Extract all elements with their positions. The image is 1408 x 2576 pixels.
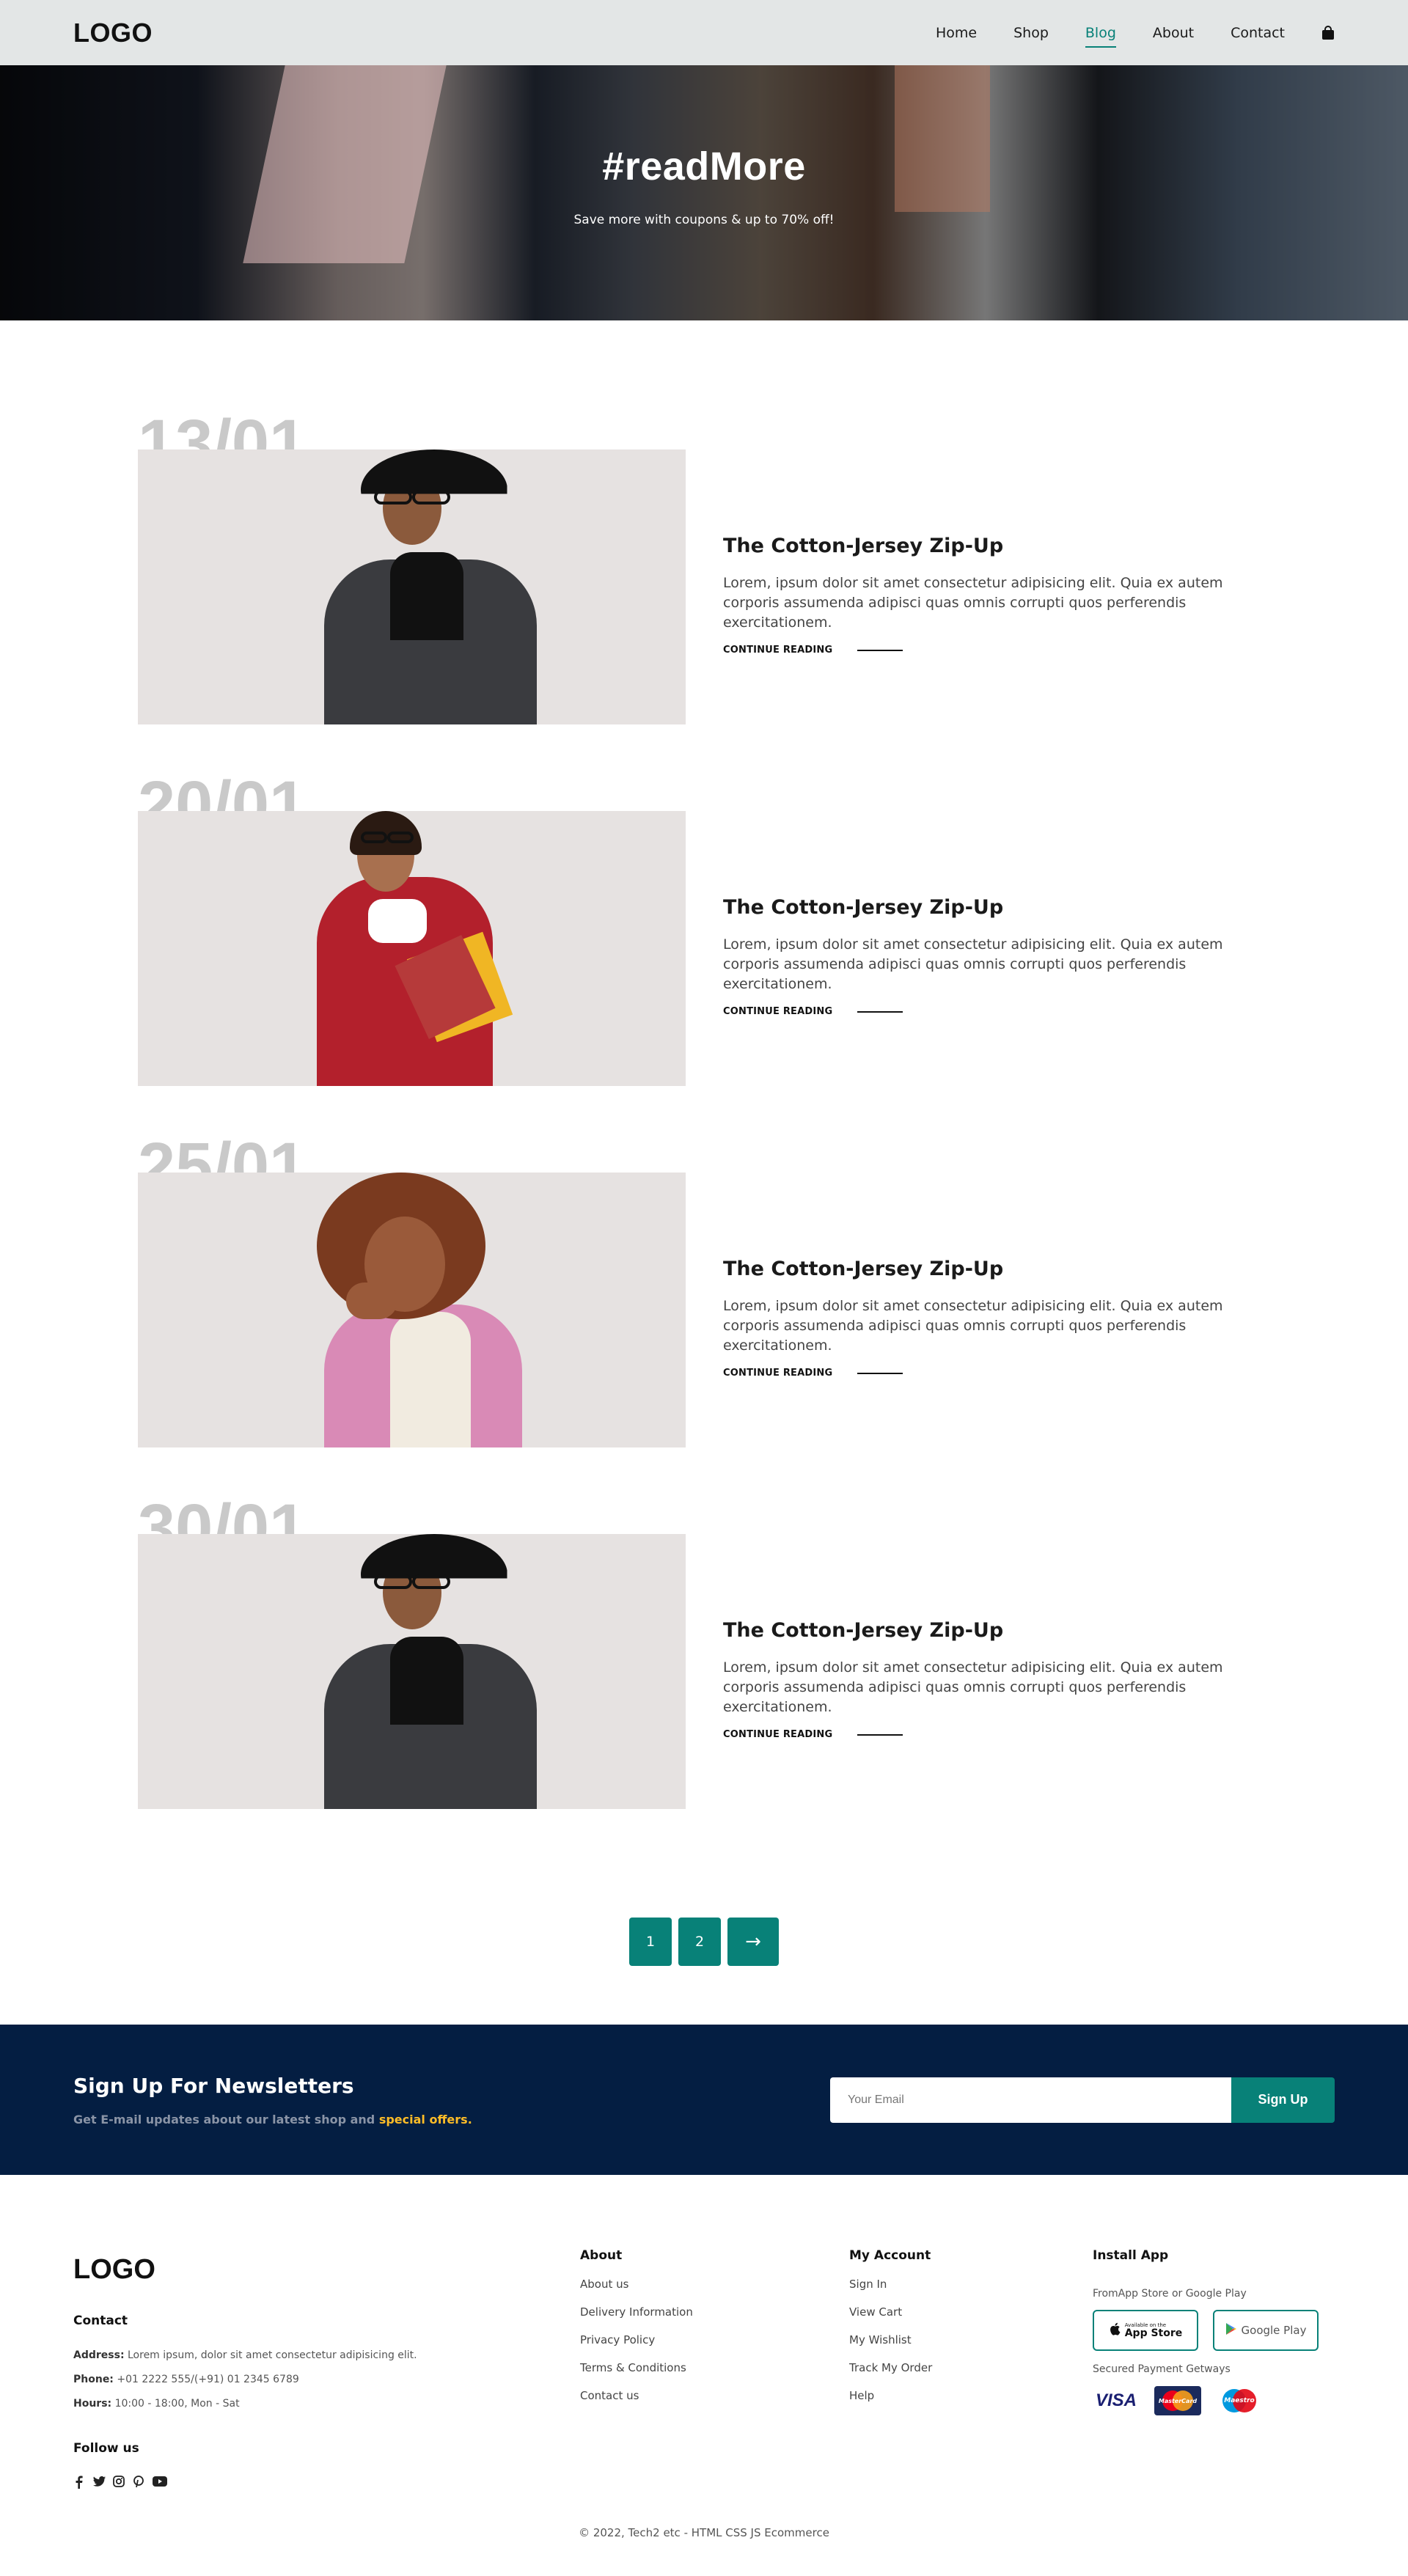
post-date: 13/01 <box>138 410 307 449</box>
app-store-label: App Store <box>1124 2327 1183 2339</box>
app-store-button[interactable]: Available on the App Store <box>1093 2310 1198 2351</box>
apple-icon <box>1109 2322 1121 2338</box>
delivery-information-link[interactable]: Delivery Information <box>580 2305 693 2319</box>
footer-account-column: My Account Sign In View Cart My Wishlist… <box>849 2248 932 2402</box>
post-title[interactable]: The Cotton-Jersey Zip-Up <box>723 896 1280 919</box>
google-play-label: Google Play <box>1241 2324 1307 2337</box>
post-image[interactable] <box>138 1534 686 1809</box>
nav-about[interactable]: About <box>1153 25 1194 41</box>
follow-heading: Follow us <box>73 2441 139 2456</box>
nav-home[interactable]: Home <box>936 25 977 41</box>
continue-reading-link[interactable]: CONTINUE READING <box>723 1006 1280 1017</box>
blog-post: 13/01 The Cotton-Jersey Zip-Up Lorem, ip… <box>138 410 1270 771</box>
post-excerpt: Lorem, ipsum dolor sit amet consectetur … <box>723 575 1223 631</box>
post-title[interactable]: The Cotton-Jersey Zip-Up <box>723 1258 1280 1280</box>
youtube-icon[interactable] <box>153 2476 167 2487</box>
install-subtitle: FromApp Store or Google Play <box>1093 2288 1247 2300</box>
footer-about-column: About About us Delivery Information Priv… <box>580 2248 693 2402</box>
about-us-link[interactable]: About us <box>580 2278 693 2291</box>
post-title[interactable]: The Cotton-Jersey Zip-Up <box>723 535 1280 557</box>
post-image[interactable] <box>138 811 686 1086</box>
nav-contact[interactable]: Contact <box>1231 25 1285 41</box>
hero-title: #readMore <box>602 144 806 188</box>
post-date: 20/01 <box>138 771 307 811</box>
phone-line: Phone: +01 2222 555/(+91) 01 2345 6789 <box>73 2374 299 2385</box>
post-image[interactable] <box>138 1173 686 1447</box>
man-with-hat-figure <box>280 449 544 724</box>
payment-gateways-label: Secured Payment Getways <box>1093 2363 1231 2375</box>
copyright-text: © 2022, Tech2 etc - HTML CSS JS Ecommerc… <box>579 2526 829 2539</box>
payment-methods: VISA MasterCard Maestro <box>1093 2386 1319 2415</box>
nav-shop[interactable]: Shop <box>1013 25 1049 41</box>
email-input[interactable] <box>830 2077 1231 2123</box>
nav-blog[interactable]: Blog <box>1085 25 1116 48</box>
site-header: LOGO Home Shop Blog About Contact <box>0 0 1408 65</box>
blog-post: 25/01 The Cotton-Jersey Zip-Up Lorem, ip… <box>138 1133 1270 1494</box>
twitter-icon[interactable] <box>93 2476 106 2487</box>
post-excerpt: Lorem, ipsum dolor sit amet consectetur … <box>723 1659 1223 1715</box>
social-links <box>73 2476 417 2489</box>
app-store-buttons: Available on the App Store Google Play <box>1093 2310 1319 2351</box>
shopping-bag-icon[interactable] <box>1321 25 1335 40</box>
contact-us-link[interactable]: Contact us <box>580 2389 693 2402</box>
site-logo[interactable]: LOGO <box>73 18 153 48</box>
newsletter-form: Sign Up <box>830 2077 1335 2123</box>
blog-list: 13/01 The Cotton-Jersey Zip-Up Lorem, ip… <box>0 320 1408 2025</box>
newsletter-section: Sign Up For Newsletters Get E-mail updat… <box>0 2025 1408 2175</box>
sign-in-link[interactable]: Sign In <box>849 2278 932 2291</box>
pagination: 1 2 → <box>138 1918 1270 2025</box>
post-excerpt: Lorem, ipsum dolor sit amet consectetur … <box>723 1298 1223 1354</box>
contact-heading: Contact <box>73 2313 128 2328</box>
hero-banner: #readMore Save more with coupons & up to… <box>0 65 1408 320</box>
post-excerpt: Lorem, ipsum dolor sit amet consectetur … <box>723 936 1223 992</box>
track-order-link[interactable]: Track My Order <box>849 2361 932 2374</box>
address-line: Address: Lorem ipsum, dolor sit amet con… <box>73 2349 417 2361</box>
newsletter-subtitle: Get E-mail updates about our latest shop… <box>73 2112 472 2127</box>
install-app-heading: Install App <box>1093 2248 1169 2263</box>
page-2-button[interactable]: 2 <box>678 1918 721 1966</box>
blog-post: 20/01 The Cotton-Jersey Zip-Up Lorem, ip… <box>138 771 1270 1133</box>
maestro-logo: Maestro <box>1216 2388 1263 2414</box>
hero-subtitle: Save more with coupons & up to 70% off! <box>573 213 835 227</box>
footer-install-column: Install App FromApp Store or Google Play… <box>1093 2248 1319 2415</box>
my-account-heading: My Account <box>849 2248 931 2263</box>
facebook-icon[interactable] <box>73 2476 85 2489</box>
woman-with-folders-figure <box>280 811 544 1086</box>
newsletter-title: Sign Up For Newsletters <box>73 2073 354 2098</box>
google-play-button[interactable]: Google Play <box>1213 2310 1319 2351</box>
post-date: 30/01 <box>138 1494 307 1534</box>
privacy-policy-link[interactable]: Privacy Policy <box>580 2333 693 2346</box>
footer-contact-column: LOGO Contact Address: Lorem ipsum, dolor… <box>73 2248 417 2489</box>
google-play-icon <box>1225 2322 1237 2338</box>
continue-reading-link[interactable]: CONTINUE READING <box>723 1368 1280 1379</box>
terms-conditions-link[interactable]: Terms & Conditions <box>580 2361 693 2374</box>
next-page-button[interactable]: → <box>727 1918 779 1966</box>
smiling-woman-figure <box>280 1173 544 1447</box>
special-offers-highlight: special offers. <box>378 2112 472 2127</box>
post-title[interactable]: The Cotton-Jersey Zip-Up <box>723 1619 1280 1642</box>
continue-reading-link[interactable]: CONTINUE READING <box>723 645 1280 656</box>
view-cart-link[interactable]: View Cart <box>849 2305 932 2319</box>
main-nav: Home Shop Blog About Contact <box>936 25 1335 48</box>
blog-post: 30/01 The Cotton-Jersey Zip-Up Lorem, ip… <box>138 1494 1270 1856</box>
page-1-button[interactable]: 1 <box>629 1918 672 1966</box>
instagram-icon[interactable] <box>113 2476 125 2487</box>
hours-line: Hours: 10:00 - 18:00, Mon - Sat <box>73 2398 240 2410</box>
continue-reading-link[interactable]: CONTINUE READING <box>723 1729 1280 1740</box>
pinterest-icon[interactable] <box>133 2476 144 2488</box>
footer-logo[interactable]: LOGO <box>73 2254 417 2286</box>
post-image[interactable] <box>138 449 686 724</box>
my-wishlist-link[interactable]: My Wishlist <box>849 2333 932 2346</box>
man-with-hat-figure <box>280 1534 544 1809</box>
about-heading: About <box>580 2248 623 2263</box>
post-date: 25/01 <box>138 1133 307 1173</box>
site-footer: LOGO Contact Address: Lorem ipsum, dolor… <box>0 2175 1408 2551</box>
help-link[interactable]: Help <box>849 2389 932 2402</box>
visa-logo: VISA <box>1095 2390 1137 2410</box>
mastercard-logo: MasterCard <box>1154 2386 1201 2415</box>
sign-up-button[interactable]: Sign Up <box>1231 2077 1335 2123</box>
